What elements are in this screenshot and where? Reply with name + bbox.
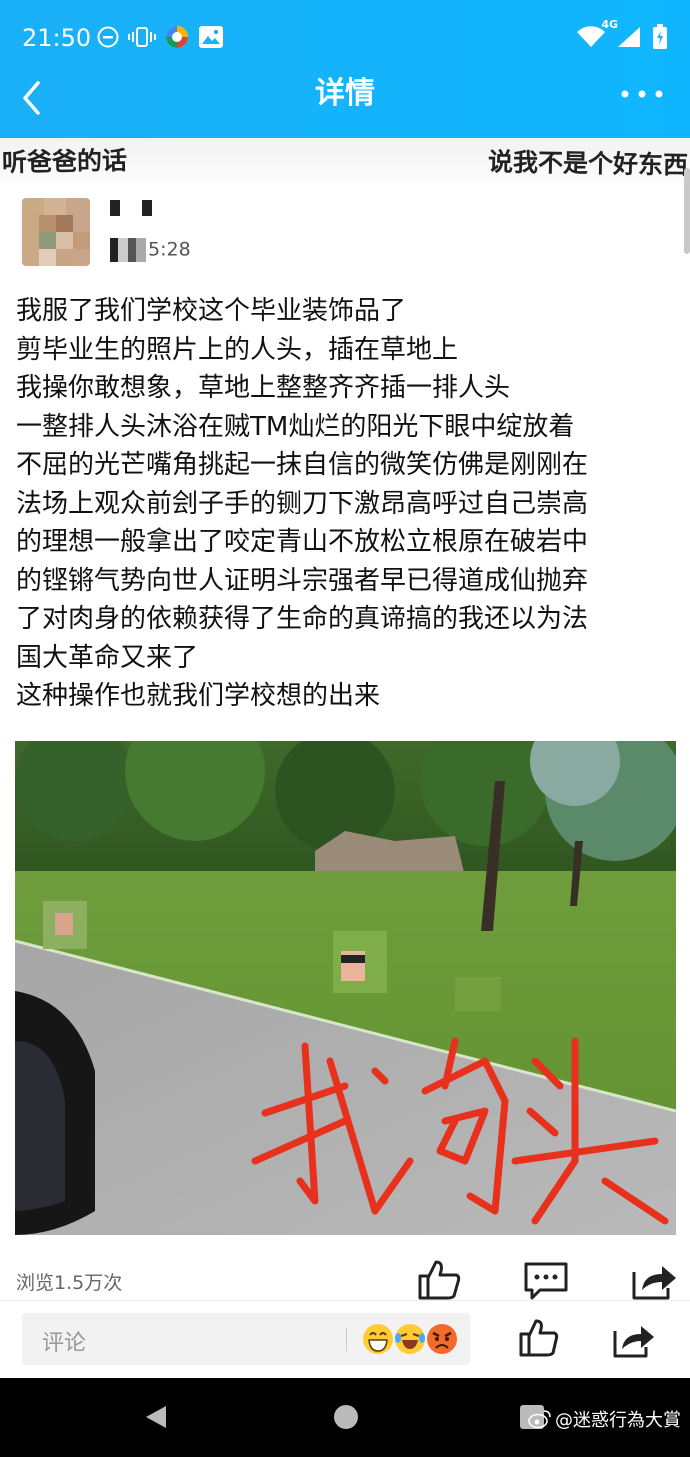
post-line: 这种操作也就我们学校想的出来 [16, 681, 381, 711]
system-nav-bar: @迷惑行為大賞 [0, 1378, 690, 1457]
post-line: 的理想一般拿出了咬定青山不放松立根原在破岩中 [16, 527, 589, 557]
banner-left-text: 听爸爸的话 [1, 145, 128, 178]
colorful-app-icon [166, 26, 188, 48]
status-time: 21:50 [22, 24, 92, 52]
nav-home-icon[interactable] [334, 1405, 358, 1429]
page-title: 详情 [315, 76, 375, 111]
post-body: 我服了我们学校这个毕业装饰品了 剪毕业生的照片上的人头，插在草地上 我操你敢想象… [16, 292, 680, 716]
post-time-text: 5:28 [148, 238, 191, 261]
share-icon[interactable] [612, 1319, 656, 1359]
comment-placeholder: 评论 [42, 1331, 87, 1356]
signal-icon [618, 27, 640, 47]
status-bar: 21:50 4G [0, 0, 690, 78]
battery-icon [653, 24, 667, 49]
vibrate-icon [128, 27, 156, 47]
photo-scene [15, 741, 676, 1235]
image-icon [199, 26, 223, 48]
post-photo[interactable] [15, 741, 676, 1235]
status-right-icons: 4G [576, 18, 668, 50]
weibo-logo-icon [528, 1410, 551, 1429]
post-line: 了对肉身的依赖获得了生命的真谛搞的我还以为法 [16, 604, 589, 634]
share-icon[interactable] [630, 1258, 678, 1302]
username-masked[interactable] [110, 200, 160, 216]
status-left-icons [96, 24, 224, 50]
post-line: 一整排人头沐浴在贼TM灿烂的阳光下眼中绽放着 [16, 411, 575, 442]
banner-right-text: 说我不是个好东西 [487, 147, 689, 180]
post-line: 我服了我们学校这个毕业装饰品了 [16, 296, 407, 326]
nav-back-icon[interactable] [144, 1404, 168, 1430]
decorative-banner: 听爸爸的话 说我不是个好东西 [0, 138, 690, 182]
post-line: 我操你敢想象，草地上整整齐齐插一排人头 [16, 373, 511, 403]
post-line: 国大革命又来了 [16, 642, 199, 673]
input-divider [346, 1327, 347, 1351]
network-type: 4G [601, 18, 618, 31]
watermark: @迷惑行為大賞 [528, 1406, 681, 1432]
avatar[interactable] [22, 198, 90, 266]
thumbs-up-icon[interactable] [416, 1258, 462, 1302]
angry-emoji-icon[interactable] [426, 1323, 458, 1355]
post-line: 不屈的光芒嘴角挑起一抹自信的微笑仿佛是刚刚在 [16, 450, 589, 480]
emoji-quick-picks [362, 1323, 458, 1355]
laugh-tears-emoji-icon[interactable] [394, 1323, 426, 1355]
comment-icon[interactable] [522, 1258, 570, 1302]
scroll-indicator[interactable] [684, 168, 690, 254]
more-button[interactable] [618, 80, 668, 110]
post-time: 5:28 [110, 238, 191, 262]
watermark-text: @迷惑行為大賞 [555, 1410, 681, 1431]
grin-emoji-icon[interactable] [362, 1323, 394, 1355]
more-dots-icon [621, 90, 663, 98]
top-bar: 21:50 4G 详情 [0, 0, 690, 138]
post-line: 法场上观众前刽子手的铡刀下激昂高呼过自己崇高 [16, 488, 589, 519]
time-mask [110, 238, 146, 262]
comment-input[interactable]: 评论 [22, 1313, 470, 1365]
minus-circle-icon [97, 26, 119, 48]
app-bar: 详情 [0, 78, 690, 138]
view-count: 浏览1.5万次 [16, 1272, 123, 1294]
post-line: 的铿锵气势向世人证明斗宗强者早已得道成仙抛弃 [16, 565, 589, 596]
post-line: 剪毕业生的照片上的人头，插在草地上 [16, 334, 459, 365]
thumbs-up-icon[interactable] [518, 1317, 560, 1359]
comment-bar: 评论 [0, 1300, 690, 1378]
